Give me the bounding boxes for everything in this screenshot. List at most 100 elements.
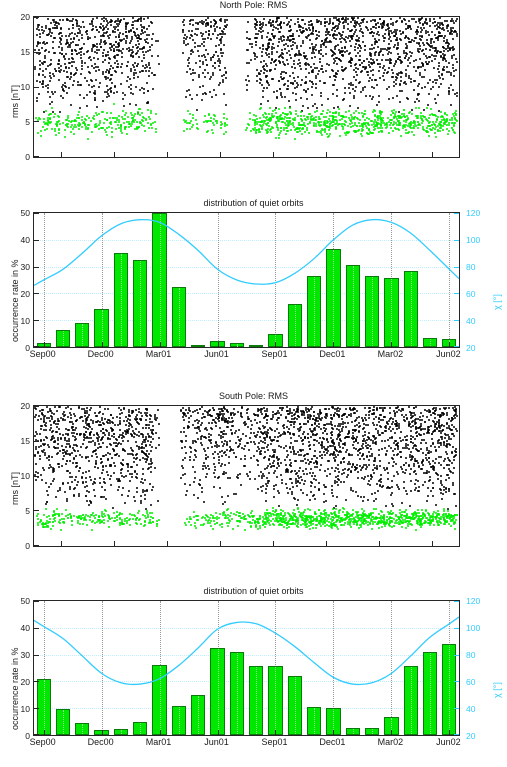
scatter-point-disturbed	[134, 441, 137, 444]
scatter-point-disturbed	[261, 51, 264, 54]
scatter-point-disturbed	[422, 484, 425, 487]
scatter-point-disturbed	[71, 41, 74, 44]
scatter-point-disturbed	[352, 17, 355, 20]
scatter-point-disturbed	[265, 53, 268, 56]
scatter-point-quiet	[417, 126, 420, 129]
scatter-point-disturbed	[86, 94, 89, 97]
scatter-point-disturbed	[437, 477, 440, 480]
scatter-point-disturbed	[147, 24, 150, 27]
scatter-point-quiet	[339, 118, 342, 121]
scatter-point-disturbed	[286, 85, 289, 88]
scatter-point-disturbed	[48, 486, 51, 489]
scatter-point-disturbed	[215, 93, 218, 96]
scatter-point-disturbed	[319, 52, 322, 55]
scatter-point-quiet	[69, 130, 72, 133]
scatter-point-disturbed	[269, 39, 272, 42]
x-tickmark	[449, 342, 451, 347]
scatter-point-quiet	[303, 117, 306, 120]
scatter-point-disturbed	[370, 98, 373, 101]
scatter-point-disturbed	[145, 38, 148, 41]
scatter-point-disturbed	[387, 97, 390, 100]
scatter-point-disturbed	[378, 54, 381, 57]
scatter-point-disturbed	[296, 45, 299, 48]
scatter-point-disturbed	[259, 102, 262, 105]
scatter-point-disturbed	[49, 426, 52, 429]
scatter-point-quiet	[123, 122, 125, 124]
scatter-point-disturbed	[131, 473, 134, 476]
scatter-point-disturbed	[40, 418, 43, 421]
scatter-point-quiet	[338, 107, 341, 110]
scatter-point-disturbed	[106, 446, 109, 449]
scatter-point-disturbed	[414, 30, 417, 33]
scatter-point-disturbed	[312, 70, 315, 73]
scatter-point-disturbed	[121, 467, 123, 470]
scatter-point-quiet	[97, 112, 100, 115]
scatter-point-disturbed	[357, 52, 360, 55]
scatter-point-quiet	[81, 116, 84, 119]
scatter-point-quiet	[406, 132, 409, 135]
x-tickmark	[217, 342, 219, 347]
scatter-point-disturbed	[223, 74, 226, 77]
scatter-point-disturbed	[341, 69, 344, 72]
scatter-point-disturbed	[78, 495, 81, 498]
scatter-point-quiet	[379, 127, 382, 130]
scatter-point-disturbed	[410, 78, 413, 81]
scatter-point-disturbed	[151, 433, 154, 436]
scatter-point-disturbed	[307, 444, 310, 447]
scatter-point-disturbed	[196, 49, 199, 52]
scatter-point-quiet	[133, 127, 136, 130]
scatter-point-disturbed	[395, 20, 398, 23]
scatter-point-disturbed	[444, 491, 447, 494]
scatter-point-disturbed	[272, 23, 275, 26]
scatter-point-disturbed	[348, 435, 351, 438]
scatter-point-disturbed	[413, 465, 416, 468]
scatter-point-quiet	[295, 127, 298, 129]
scatter-point-quiet	[429, 108, 432, 111]
scatter-point-disturbed	[196, 94, 199, 97]
scatter-point-disturbed	[109, 78, 112, 81]
scatter-point-disturbed	[369, 448, 372, 451]
scatter-point-disturbed	[81, 34, 84, 37]
scatter-point-disturbed	[274, 430, 277, 433]
scatter-point-disturbed	[415, 32, 418, 35]
ytick-north-rms-10: 10	[20, 82, 30, 92]
scatter-point-disturbed	[349, 469, 352, 472]
scatter-point-disturbed	[435, 458, 438, 461]
scatter-point-disturbed	[398, 17, 401, 20]
scatter-point-quiet	[435, 135, 438, 138]
scatter-point-quiet	[438, 126, 441, 129]
scatter-point-disturbed	[328, 21, 331, 24]
scatter-point-disturbed	[220, 464, 223, 467]
scatter-point-disturbed	[89, 478, 92, 481]
scatter-point-disturbed	[65, 463, 68, 466]
scatter-point-disturbed	[37, 52, 40, 55]
scatter-point-disturbed	[409, 54, 412, 57]
scatter-point-disturbed	[74, 479, 77, 482]
scatter-point-disturbed	[104, 42, 107, 45]
scatter-point-disturbed	[143, 31, 146, 34]
scatter-point-disturbed	[260, 485, 263, 488]
scatter-point-disturbed	[219, 20, 222, 23]
scatter-point-disturbed	[113, 92, 116, 95]
scatter-point-disturbed	[70, 41, 73, 44]
scatter-point-disturbed	[382, 406, 385, 409]
scatter-point-disturbed	[310, 485, 313, 488]
scatter-point-disturbed	[439, 474, 442, 477]
scatter-point-disturbed	[196, 411, 199, 414]
scatter-point-disturbed	[111, 30, 114, 33]
scatter-point-disturbed	[67, 86, 70, 89]
scatter-point-disturbed	[85, 500, 88, 503]
scatter-point-quiet	[426, 126, 429, 129]
scatter-point-disturbed	[227, 411, 230, 414]
scatter-point-quiet	[45, 110, 48, 113]
y-tickmark-right	[454, 293, 459, 295]
scatter-point-quiet	[215, 121, 218, 124]
scatter-point-disturbed	[308, 440, 311, 443]
scatter-point-disturbed	[188, 68, 191, 71]
scatter-point-disturbed	[64, 445, 67, 448]
scatter-point-disturbed	[372, 26, 375, 29]
scatter-point-disturbed	[449, 20, 452, 23]
scatter-point-disturbed	[104, 482, 107, 485]
scatter-point-disturbed	[429, 24, 432, 27]
scatter-point-disturbed	[38, 414, 41, 417]
